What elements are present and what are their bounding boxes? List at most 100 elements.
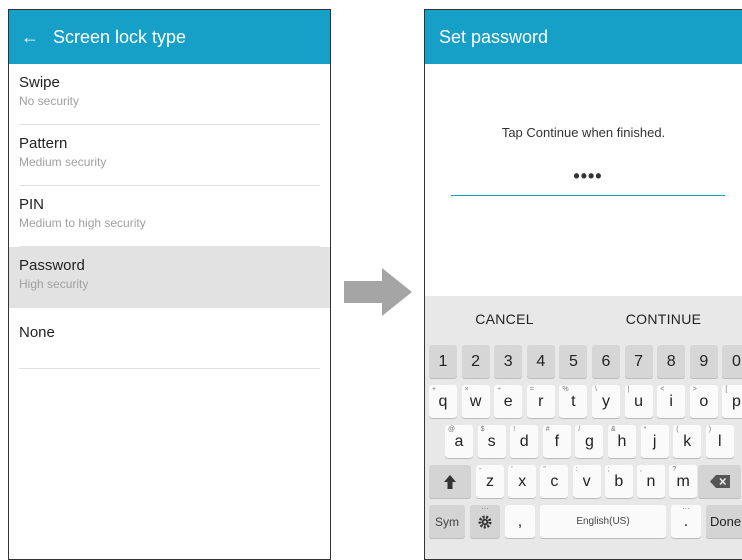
key-y[interactable]: \ y — [592, 385, 620, 418]
shift-arrow-icon — [444, 474, 456, 489]
comma-key[interactable]: , — [505, 505, 535, 538]
lock-option-password[interactable]: Password High security — [9, 247, 330, 308]
key-symbol-hint: | — [627, 386, 630, 393]
key-label: l — [718, 432, 722, 450]
key-z[interactable]: -z — [476, 465, 504, 498]
key-d[interactable]: ! d — [510, 425, 539, 458]
key-8[interactable]: 8 — [657, 345, 686, 378]
key-symbol-hint: ! — [513, 426, 516, 433]
app-bar: Set password — [425, 10, 742, 64]
period-label: . — [683, 512, 689, 530]
period-key[interactable]: ··· . — [671, 504, 701, 538]
key-n[interactable]: ,n — [637, 465, 665, 498]
key-k[interactable]: (k — [673, 425, 702, 458]
key-s[interactable]: $ s — [477, 425, 506, 458]
shift-key[interactable] — [429, 465, 471, 498]
option-subtitle: No security — [19, 94, 80, 108]
settings-key[interactable]: ··· — [470, 504, 500, 538]
password-field[interactable]: •••• — [451, 166, 725, 196]
key-symbol-hint: & — [611, 426, 616, 433]
key-label: 3 — [503, 352, 513, 370]
key-symbol-hint: ) — [708, 426, 712, 433]
key-q[interactable]: + q — [429, 385, 457, 418]
cancel-button[interactable]: CANCEL — [425, 296, 584, 342]
key-i[interactable]: < i — [657, 385, 686, 418]
key-label: m — [676, 472, 690, 490]
key-u[interactable]: | u — [624, 385, 653, 418]
key-label: 7 — [634, 352, 644, 370]
key-label: f — [554, 432, 560, 450]
key-label: h — [617, 432, 627, 450]
key-0[interactable]: 0 — [722, 345, 742, 378]
key-1[interactable]: 1 — [429, 345, 457, 378]
option-title: None — [19, 324, 55, 341]
key-5[interactable]: 5 — [559, 345, 588, 378]
space-key[interactable]: English(US) — [540, 505, 666, 538]
key-symbol-hint: $ — [480, 426, 485, 433]
key-symbol-hint: : — [575, 466, 578, 473]
key-j[interactable]: * j — [640, 425, 669, 458]
page-title: Set password — [439, 26, 549, 47]
comma-label: , — [517, 512, 523, 530]
action-bar: CANCEL CONTINUE — [425, 296, 742, 342]
key-a[interactable]: @ a — [445, 425, 473, 458]
key-label: r — [538, 392, 544, 410]
key-l[interactable]: ) l — [705, 425, 734, 458]
key-symbol-hint: @ — [448, 426, 456, 433]
key-3[interactable]: 3 — [494, 345, 523, 378]
option-title: Password — [19, 257, 85, 274]
lock-option-pin[interactable]: PIN Medium to high security — [9, 186, 330, 247]
key-w[interactable]: × w — [461, 385, 490, 418]
key-2[interactable]: 2 — [461, 345, 490, 378]
key-label: 2 — [471, 352, 481, 370]
option-subtitle: Medium security — [19, 155, 107, 169]
key-6[interactable]: 6 — [592, 345, 620, 378]
key-label: x — [518, 472, 527, 490]
key-f[interactable]: # f — [542, 425, 571, 458]
key-symbol-hint: " — [543, 466, 546, 473]
key-o[interactable]: > o — [689, 385, 718, 418]
key-7[interactable]: 7 — [624, 345, 653, 378]
lock-option-none[interactable]: None — [9, 308, 330, 369]
key-4[interactable]: 4 — [526, 345, 555, 378]
option-title: PIN — [19, 196, 45, 213]
key-symbol-hint: - — [479, 466, 482, 473]
key-c[interactable]: " c — [540, 465, 569, 498]
key-label: 9 — [699, 352, 709, 370]
key-h[interactable]: & h — [608, 425, 636, 458]
key-r[interactable]: = r — [526, 385, 555, 418]
key-9[interactable]: 9 — [689, 345, 718, 378]
key-label: d — [519, 432, 529, 450]
key-t[interactable]: % t — [559, 385, 588, 418]
key-label: j — [652, 432, 657, 450]
done-label: Done — [710, 514, 742, 529]
key-label: a — [454, 432, 464, 450]
continue-button[interactable]: CONTINUE — [584, 296, 742, 342]
key-label: 6 — [601, 352, 611, 370]
key-m[interactable]: ? m — [669, 465, 698, 498]
option-subtitle: High security — [19, 277, 89, 291]
key-v[interactable]: :v — [572, 465, 601, 498]
backspace-key[interactable] — [698, 465, 741, 498]
key-symbol-hint: + — [432, 386, 437, 393]
more-dots: ··· — [682, 504, 690, 513]
key-symbol-hint: ? — [672, 466, 677, 473]
keyboard: CANCEL CONTINUE 1234567890 + q × w ÷ e = r% t \ y |… — [425, 296, 742, 559]
lock-option-pattern[interactable]: Pattern Medium security — [9, 125, 330, 186]
key-x[interactable]: ' x — [508, 465, 537, 498]
key-p[interactable]: [p — [722, 385, 742, 418]
key-e[interactable]: ÷ e — [494, 385, 523, 418]
lock-option-swipe[interactable]: Swipe No security — [9, 64, 330, 125]
key-symbol-hint: # — [545, 426, 550, 433]
key-b[interactable]: ; b — [604, 465, 633, 498]
back-arrow-icon[interactable]: ← — [21, 27, 39, 48]
key-label: n — [646, 472, 656, 490]
lock-type-list: Swipe No security Pattern Medium securit… — [9, 64, 330, 369]
key-g[interactable]: / g — [575, 425, 604, 458]
key-label: e — [503, 392, 513, 410]
key-symbol-hint: > — [692, 386, 697, 393]
key-label: y — [602, 392, 610, 410]
sym-key[interactable]: Sym — [429, 505, 465, 538]
done-key[interactable]: Done — [706, 505, 742, 538]
option-subtitle: Medium to high security — [19, 216, 146, 230]
